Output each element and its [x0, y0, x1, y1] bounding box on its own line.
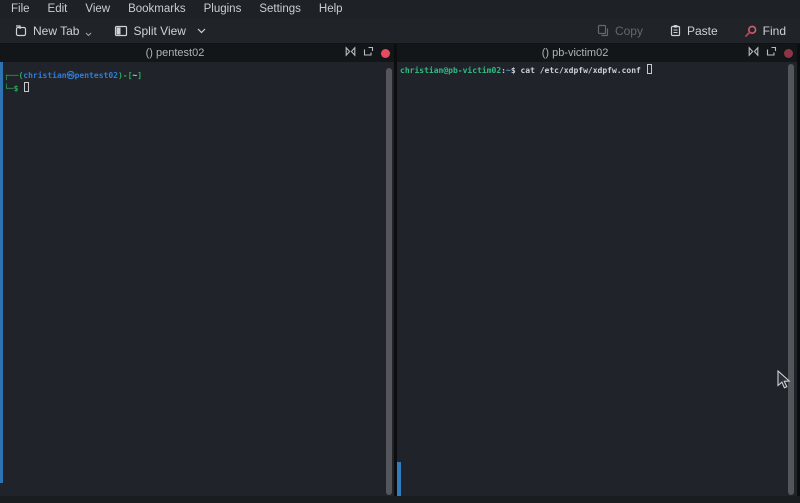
terminal-output-left: ┌──(christian㉿pentest02)-[~]└─$	[0, 62, 394, 95]
terminal-cursor-right	[647, 64, 652, 74]
detach-tab-icon[interactable]	[363, 44, 374, 62]
maximize-view-icon[interactable]	[345, 44, 356, 62]
tabbar-pb-victim02[interactable]: () pb-victim02	[397, 44, 797, 62]
window-bottom-edge	[0, 496, 800, 503]
focus-indicator-line	[0, 62, 3, 483]
menu-help[interactable]: Help	[310, 0, 352, 18]
menu-bar: File Edit View Bookmarks Plugins Setting…	[0, 0, 800, 18]
copy-button[interactable]: Copy	[591, 21, 649, 41]
detach-tab-icon[interactable]	[766, 44, 777, 62]
paste-icon	[669, 24, 682, 37]
toolbar: New Tab Split View	[0, 18, 800, 44]
menu-edit[interactable]: Edit	[39, 0, 77, 18]
prompt-frame-open: ┌──(	[4, 71, 23, 80]
close-view-button[interactable]	[784, 49, 793, 58]
new-tab-label: New Tab	[33, 24, 79, 38]
paste-button[interactable]: Paste	[663, 21, 724, 41]
maximize-view-icon[interactable]	[748, 44, 759, 62]
prompt-frame-mid: )-[	[118, 71, 132, 80]
menu-view[interactable]: View	[76, 0, 119, 18]
prompt-user-host: christian㉿pentest02	[23, 71, 118, 80]
paste-label: Paste	[687, 24, 718, 38]
copy-icon	[597, 24, 610, 37]
scrollbar-right-pane[interactable]	[788, 64, 794, 495]
split-view-workspace: () pentest02	[0, 44, 800, 503]
menu-plugins[interactable]: Plugins	[195, 0, 251, 18]
new-tab-popup-caret-icon	[85, 32, 92, 37]
tab-title-pentest02[interactable]: () pentest02	[0, 44, 350, 62]
new-tab-button[interactable]: New Tab	[8, 21, 98, 41]
split-view-label: Split View	[133, 24, 185, 38]
pane-pentest02: () pentest02	[0, 44, 397, 503]
terminal-output-right: christian@pb-victim02:~$ cat /etc/xdpfw/…	[397, 62, 797, 77]
scrollbar-left-pane[interactable]	[386, 68, 392, 495]
prompt-frame-close: ]	[137, 71, 142, 80]
tab-title-pb-victim02[interactable]: () pb-victim02	[397, 44, 753, 62]
command-text: cat /etc/xdpfw/xdpfw.conf	[516, 66, 646, 75]
menu-bookmarks[interactable]: Bookmarks	[119, 0, 195, 18]
split-view-chevron-down-icon	[197, 28, 206, 34]
split-view-icon	[114, 24, 128, 38]
copy-label: Copy	[615, 24, 643, 38]
tab-icons-right	[748, 44, 793, 62]
find-button[interactable]: Find	[738, 21, 792, 41]
find-label: Find	[763, 24, 786, 38]
terminal-cursor-left	[24, 82, 29, 92]
prompt-line2: └─$	[4, 84, 23, 93]
terminal-pb-victim02[interactable]: christian@pb-victim02:~$ cat /etc/xdpfw/…	[397, 62, 797, 503]
terminal-pentest02[interactable]: ┌──(christian㉿pentest02)-[~]└─$	[0, 62, 394, 503]
close-view-button[interactable]	[381, 49, 390, 58]
split-view-button[interactable]: Split View	[108, 21, 211, 41]
prompt-user-host: christian@pb-victim02	[400, 66, 501, 75]
menu-file[interactable]: File	[2, 0, 39, 18]
konsole-window: File Edit View Bookmarks Plugins Setting…	[0, 0, 800, 503]
pane-pb-victim02: () pb-victim02	[397, 44, 797, 503]
new-tab-icon	[14, 24, 28, 38]
tab-icons-left	[345, 44, 390, 62]
tabbar-pentest02[interactable]: () pentest02	[0, 44, 394, 62]
menu-settings[interactable]: Settings	[250, 0, 310, 18]
find-magnifier-icon	[744, 24, 758, 38]
